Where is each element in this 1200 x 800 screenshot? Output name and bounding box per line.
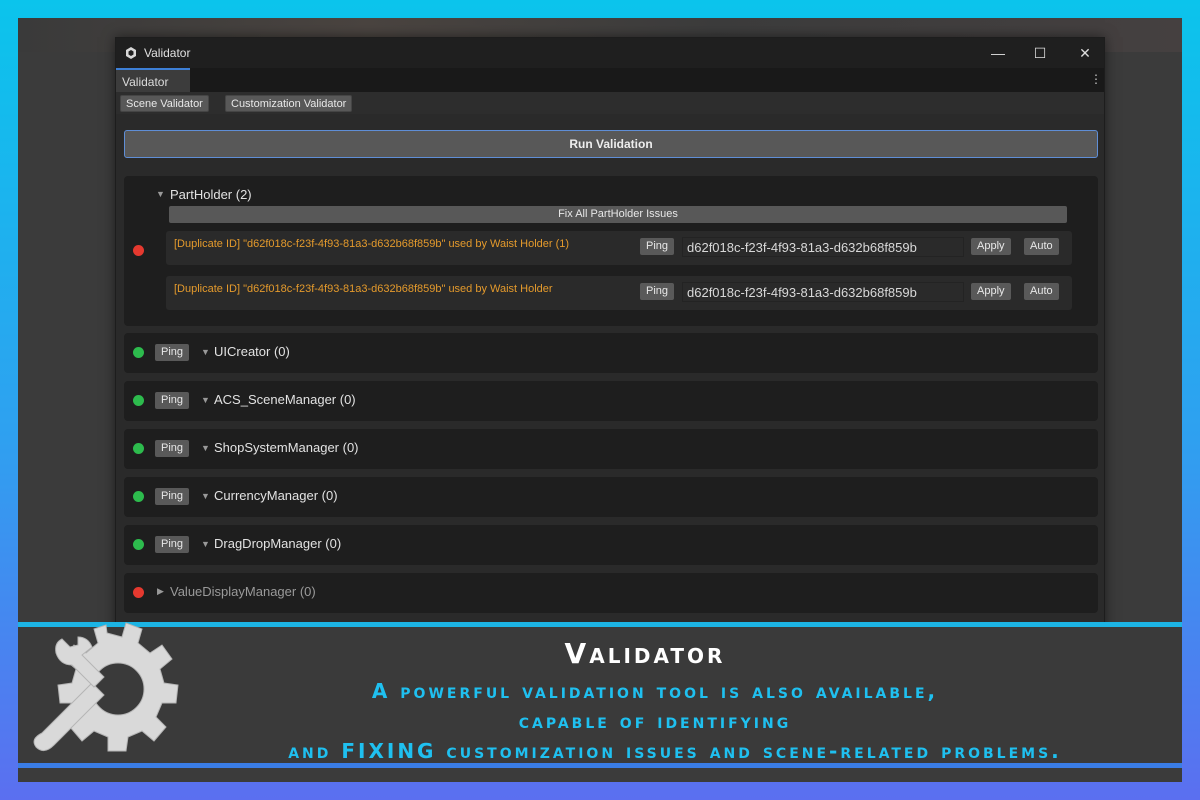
group-panel-valuedisplaymanager: ▶ ValueDisplayManager (0) [124, 573, 1098, 613]
auto-button[interactable]: Auto [1024, 238, 1059, 255]
group-title[interactable]: CurrencyManager (0) [214, 488, 338, 503]
group-panel-uicreator: Ping ▼ UICreator (0) [124, 333, 1098, 373]
maximize-button[interactable]: ☐ [1029, 42, 1051, 64]
validator-toolbar: Scene Validator Customization Validator [116, 92, 1104, 114]
status-dot-icon [133, 443, 144, 454]
id-input[interactable]: d62f018c-f23f-4f93-81a3-d632b68f859b [682, 282, 964, 302]
kebab-menu-icon[interactable]: ⋮ [1090, 72, 1102, 86]
auto-button[interactable]: Auto [1024, 283, 1059, 300]
ping-button[interactable]: Ping [640, 238, 675, 255]
run-validation-button[interactable]: Run Validation [124, 130, 1098, 158]
collapse-triangle-icon[interactable]: ▼ [201, 491, 210, 501]
collapse-triangle-icon[interactable]: ▼ [201, 443, 210, 453]
expanded-triangle-icon[interactable]: ▼ [156, 189, 165, 199]
screenshot-frame: Validator — ☐ ✕ Validator ⋮ Scene Valida… [18, 18, 1182, 782]
customization-validator-button[interactable]: Customization Validator [225, 95, 353, 112]
status-dot-icon [133, 395, 144, 406]
ping-button[interactable]: Ping [155, 392, 190, 409]
group-title[interactable]: DragDropManager (0) [214, 536, 341, 551]
collapse-triangle-icon[interactable]: ▼ [201, 539, 210, 549]
group-title[interactable]: ValueDisplayManager (0) [170, 584, 316, 599]
collapse-triangle-icon[interactable]: ▼ [201, 347, 210, 357]
status-dot-icon [133, 587, 144, 598]
fix-all-partholder-button[interactable]: Fix All PartHolder Issues [169, 206, 1067, 223]
ping-button[interactable]: Ping [155, 344, 190, 361]
group-panel-currencymanager: Ping ▼ CurrencyManager (0) [124, 477, 1098, 517]
collapse-triangle-icon[interactable]: ▼ [201, 395, 210, 405]
unity-icon [126, 47, 136, 59]
group-title[interactable]: ACS_SceneManager (0) [214, 392, 356, 407]
id-input[interactable]: d62f018c-f23f-4f93-81a3-d632b68f859b [682, 237, 964, 257]
scene-validator-button[interactable]: Scene Validator [120, 95, 209, 112]
ping-button[interactable]: Ping [155, 440, 190, 457]
banner-title: Validator [564, 637, 726, 670]
status-dot-icon [133, 347, 144, 358]
tab-validator[interactable]: Validator [116, 68, 190, 92]
close-button[interactable]: ✕ [1074, 42, 1096, 64]
group-title[interactable]: ShopSystemManager (0) [214, 440, 359, 455]
partholder-title[interactable]: PartHolder (2) [170, 187, 252, 202]
apply-button[interactable]: Apply [971, 283, 1011, 300]
ping-button[interactable]: Ping [155, 536, 190, 553]
group-panel-dragdropmanager: Ping ▼ DragDropManager (0) [124, 525, 1098, 565]
issue-row: [Duplicate ID] "d62f018c-f23f-4f93-81a3-… [166, 276, 1072, 310]
issue-row: [Duplicate ID] "d62f018c-f23f-4f93-81a3-… [166, 231, 1072, 265]
tab-bar: Validator ⋮ [116, 68, 1104, 92]
issue-message: [Duplicate ID] "d62f018c-f23f-4f93-81a3-… [174, 283, 553, 295]
banner-line-3: and FIXING customization issues and scen… [288, 739, 1062, 763]
status-dot-icon [133, 539, 144, 550]
expand-triangle-icon[interactable]: ▶ [157, 586, 164, 597]
group-panel-shopsystemmanager: Ping ▼ ShopSystemManager (0) [124, 429, 1098, 469]
ping-button[interactable]: Ping [640, 283, 675, 300]
status-dot-icon [133, 245, 144, 256]
window-title: Validator [144, 46, 191, 60]
banner-line-1: A powerful validation tool is also avail… [371, 679, 939, 703]
banner-line-2: capable of identifying [518, 709, 792, 733]
status-dot-icon [133, 491, 144, 502]
group-title[interactable]: UICreator (0) [214, 344, 290, 359]
ping-button[interactable]: Ping [155, 488, 190, 505]
validator-window: Validator — ☐ ✕ Validator ⋮ Scene Valida… [115, 37, 1105, 637]
promo-banner: Validator A powerful validation tool is … [18, 622, 1182, 768]
title-bar: Validator — ☐ ✕ [116, 38, 1104, 68]
group-panel-acs-scenemanager: Ping ▼ ACS_SceneManager (0) [124, 381, 1098, 421]
partholder-panel: ▼ PartHolder (2) Fix All PartHolder Issu… [124, 176, 1098, 326]
issue-message: [Duplicate ID] "d62f018c-f23f-4f93-81a3-… [174, 238, 570, 250]
apply-button[interactable]: Apply [971, 238, 1011, 255]
minimize-button[interactable]: — [987, 42, 1009, 64]
